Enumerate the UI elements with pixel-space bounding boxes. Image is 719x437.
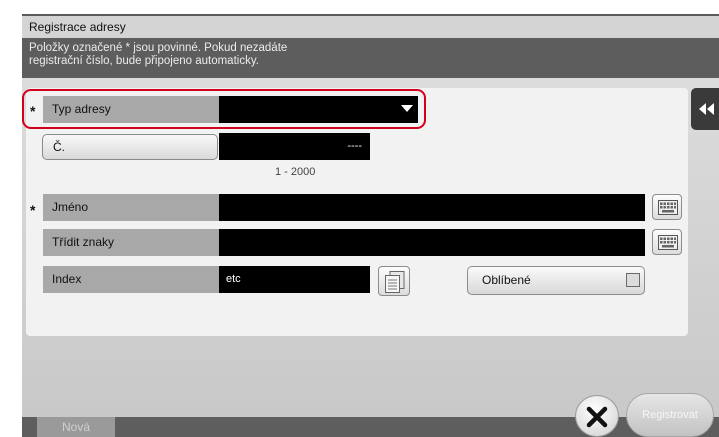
dialog-title: Registrace adresy	[22, 16, 719, 38]
register-button[interactable]: Registrovat	[626, 393, 714, 437]
favorite-button[interactable]: Oblíbené	[467, 266, 645, 295]
index-label: Index	[43, 266, 219, 293]
index-field[interactable]: etc	[219, 266, 370, 293]
number-field[interactable]: ----	[219, 133, 370, 160]
info-line-1: Položky označené * jsou povinné. Pokud n…	[29, 42, 288, 54]
index-list-icon	[385, 271, 405, 293]
double-chevron-left-icon	[699, 103, 714, 115]
side-panel-tab[interactable]	[691, 88, 719, 130]
highlight-ring	[22, 89, 426, 129]
name-label: Jméno	[43, 194, 219, 221]
keyboard-icon	[658, 200, 678, 215]
cancel-button[interactable]	[575, 395, 619, 437]
name-field[interactable]	[219, 194, 645, 221]
favorite-checkbox[interactable]	[626, 273, 640, 287]
keyboard-icon	[658, 235, 678, 250]
info-message: Položky označené * jsou povinné. Pokud n…	[22, 38, 719, 78]
new-tab[interactable]: Nová	[37, 417, 115, 437]
index-list-button[interactable]	[378, 266, 410, 296]
favorite-label: Oblíbené	[482, 273, 531, 287]
number-button[interactable]: Č.	[42, 134, 218, 160]
sort-chars-keyboard-button[interactable]	[652, 229, 682, 255]
sort-chars-label: Třídit znaky	[43, 229, 219, 256]
number-range: 1 - 2000	[275, 166, 316, 178]
name-keyboard-button[interactable]	[652, 194, 682, 220]
required-mark-name: *	[30, 202, 36, 218]
close-icon	[586, 406, 608, 428]
sort-chars-field[interactable]	[219, 229, 645, 256]
info-line-2: registrační číslo, bude připojeno automa…	[29, 55, 259, 67]
